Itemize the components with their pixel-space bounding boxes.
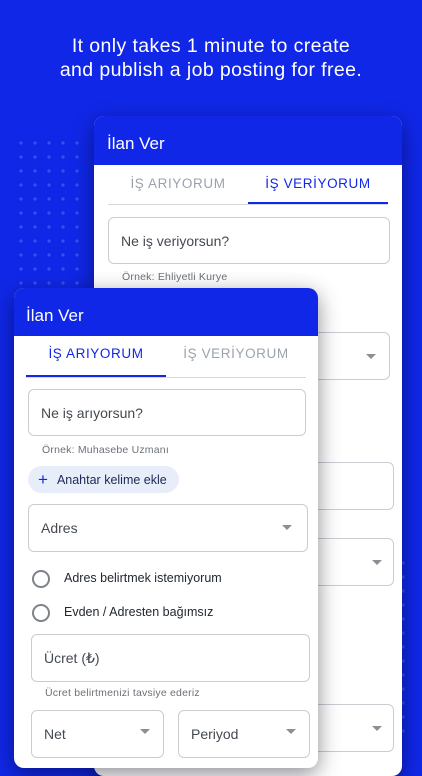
back-card-tabs: İŞ ARIYORUM İŞ VERİYORUM: [108, 176, 388, 204]
position-input-placeholder: Ne iş veriyorsun?: [121, 232, 230, 249]
tab-is-veriyorum-label: İŞ VERİYORUM: [183, 346, 289, 361]
position-input[interactable]: Ne iş veriyorsun?: [108, 217, 390, 264]
plus-icon: +: [38, 470, 48, 489]
front-card-title: İlan Ver: [26, 306, 84, 325]
net-gross-select[interactable]: Net: [31, 710, 164, 758]
bottom-dropdown-caret-icon: [372, 726, 382, 731]
position-input[interactable]: Ne iş arıyorsun?: [28, 389, 306, 436]
headline: It only takes 1 minute to create and pub…: [0, 34, 422, 82]
tab-is-ariyorum[interactable]: İŞ ARIYORUM: [108, 176, 248, 204]
period-select[interactable]: Periyod: [178, 710, 310, 758]
back-card-title: İlan Ver: [107, 134, 165, 153]
net-gross-select-value: Net: [44, 726, 66, 742]
address-select[interactable]: Adres: [28, 504, 308, 552]
radio-no-address-label: Adres belirtmek istemiyorum: [64, 571, 222, 585]
add-keyword-button[interactable]: + Anahtar kelime ekle: [28, 466, 179, 493]
tab-is-ariyorum[interactable]: İŞ ARIYORUM: [26, 346, 166, 377]
tab-is-veriyorum[interactable]: İŞ VERİYORUM: [248, 176, 388, 204]
address-dropdown-caret-icon: [366, 354, 376, 359]
address-dropdown-caret-icon: [282, 525, 292, 530]
front-card-job-seeker: İlan Ver İŞ ARIYORUM İŞ VERİYORUM Ne iş …: [14, 288, 318, 768]
tab-is-ariyorum-label: İŞ ARIYORUM: [130, 176, 226, 191]
salary-input-placeholder: Ücret (₺): [44, 649, 100, 666]
salary-helper-text: Ücret belirtmenizi tavsiye ederiz: [45, 687, 200, 699]
net-dropdown-caret-icon: [140, 729, 150, 734]
position-input-placeholder: Ne iş arıyorsun?: [41, 404, 143, 421]
radio-remote[interactable]: [32, 604, 50, 622]
tab-divider: [108, 204, 388, 205]
period-select-value: Periyod: [191, 726, 239, 742]
tab-is-veriyorum-label: İŞ VERİYORUM: [265, 176, 371, 191]
position-helper-text: Örnek: Muhasebe Uzmanı: [42, 444, 169, 456]
position-helper-text: Örnek: Ehliyetli Kurye: [122, 271, 228, 283]
back-card-appbar: İlan Ver: [94, 116, 402, 165]
radio-no-address[interactable]: [32, 570, 50, 588]
salary-input[interactable]: Ücret (₺): [31, 634, 310, 682]
period-dropdown-caret-icon: [286, 729, 296, 734]
address-select-value: Adres: [41, 520, 78, 536]
radio-remote-label: Evden / Adresten bağımsız: [64, 605, 214, 619]
tab-divider: [26, 377, 306, 378]
headline-line-2: and publish a job posting for free.: [59, 59, 363, 81]
dot-pattern-left: [18, 140, 88, 310]
period-dropdown-caret-icon: [372, 560, 382, 565]
tab-is-ariyorum-label: İŞ ARIYORUM: [48, 346, 144, 361]
add-keyword-label: Anahtar kelime ekle: [56, 472, 167, 487]
front-card-appbar: İlan Ver: [14, 288, 318, 336]
front-card-tabs: İŞ ARIYORUM İŞ VERİYORUM: [26, 346, 306, 377]
headline-line-1: It only takes 1 minute to create: [71, 35, 351, 57]
tab-is-veriyorum[interactable]: İŞ VERİYORUM: [166, 346, 306, 377]
